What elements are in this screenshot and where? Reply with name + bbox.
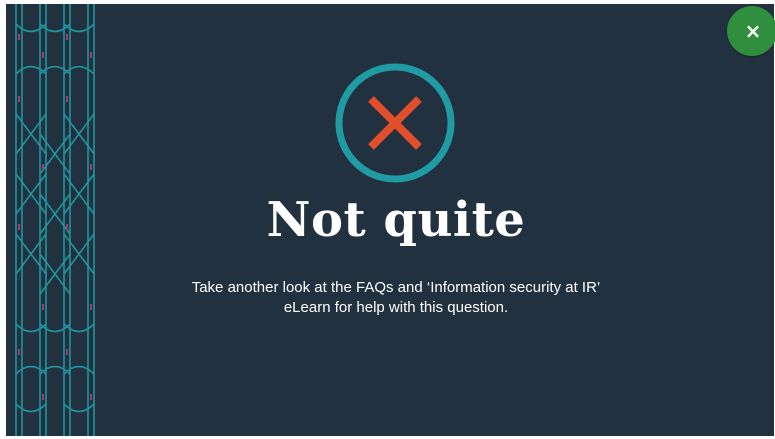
result-title: Not quite xyxy=(266,192,526,248)
close-icon: × xyxy=(744,19,762,43)
feedback-message: Take another look at the FAQs and ‘Infor… xyxy=(146,278,646,318)
decorative-pattern xyxy=(15,4,95,436)
feedback-message-line-2: eLearn for help with this question. xyxy=(283,299,509,316)
close-button[interactable]: × xyxy=(727,6,775,56)
screenshot-frame: Not quite Take another look at the FAQs … xyxy=(0,0,775,439)
feedback-dialog: Not quite Take another look at the FAQs … xyxy=(6,4,774,436)
x-mark-icon xyxy=(335,63,455,183)
feedback-message-line-1: Take another look at the FAQs and ‘Infor… xyxy=(191,279,601,296)
